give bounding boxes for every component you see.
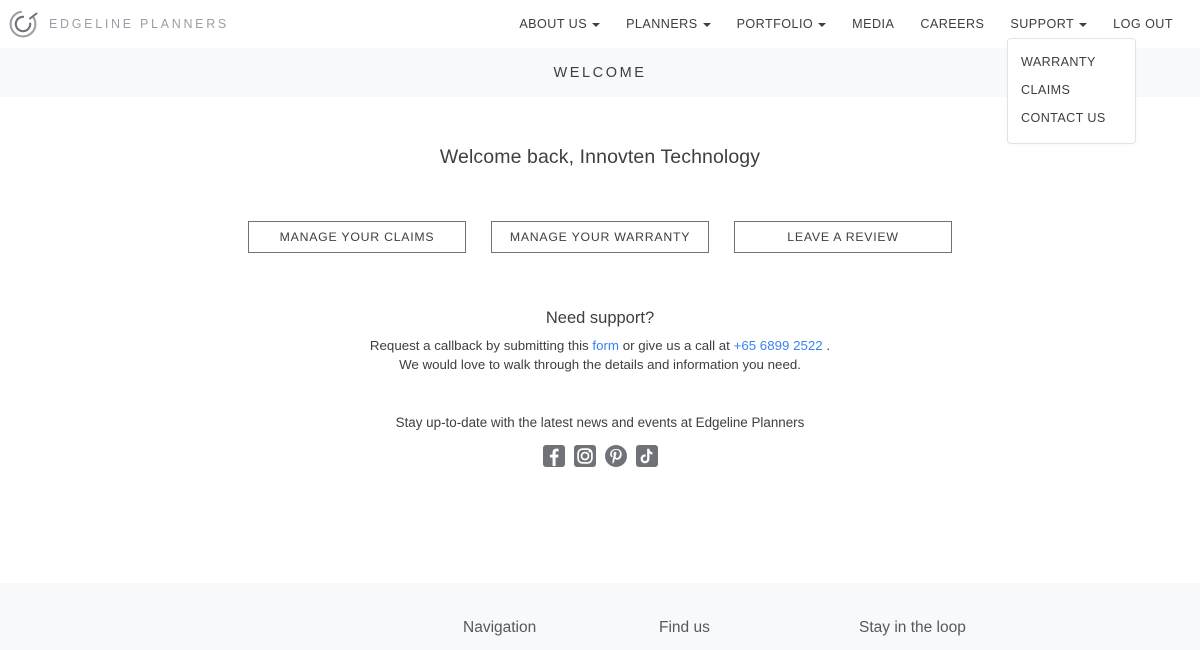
support-line-1: Request a callback by submitting this fo… (0, 337, 1200, 354)
leave-a-review-button[interactable]: LEAVE A REVIEW (734, 221, 952, 253)
nav-label: CAREERS (920, 17, 985, 31)
nav-label: PORTFOLIO (736, 17, 814, 31)
nav-label: MEDIA (852, 17, 895, 31)
instagram-icon[interactable] (573, 444, 596, 467)
callback-form-link[interactable]: form (592, 338, 619, 353)
nav-item-about-us[interactable]: ABOUT US (506, 11, 613, 37)
brand-name: EDGELINE PLANNERS (49, 17, 229, 31)
action-buttons: MANAGE YOUR CLAIMS MANAGE YOUR WARRANTY … (0, 221, 1200, 253)
greeting-text: Welcome back, Innovten Technology (439, 146, 761, 168)
edgeline-circle-mark-icon (9, 10, 38, 38)
main-content: Welcome back, Innovten Technology MANAGE… (0, 97, 1200, 583)
nav-item-support[interactable]: SUPPORT (997, 11, 1100, 37)
newsletter-title: Stay in the loop (859, 619, 966, 636)
chevron-down-icon (818, 23, 827, 27)
nav-item-planners[interactable]: PLANNERS (613, 11, 724, 37)
footer-column-newsletter: Stay in the loop Subscribe and stay in t… (859, 619, 1055, 650)
brand-logo[interactable]: EDGELINE PLANNERS (4, 8, 229, 40)
pinterest-icon[interactable] (604, 444, 627, 467)
nav-label: ABOUT US (519, 17, 588, 31)
dropdown-item-contact-us[interactable]: CONTACT US (1008, 104, 1135, 132)
footer-column-navigation: Navigation About us Planners Portfolio (463, 619, 659, 650)
chevron-down-icon (702, 23, 711, 27)
support-title: Need support? (545, 309, 655, 327)
manage-your-warranty-button[interactable]: MANAGE YOUR WARRANTY (491, 221, 709, 253)
dropdown-item-claims[interactable]: CLAIMS (1008, 76, 1135, 104)
facebook-icon[interactable] (542, 444, 565, 467)
nav-label: PLANNERS (626, 17, 698, 31)
page-title: WELCOME (553, 64, 647, 81)
tiktok-icon[interactable] (635, 444, 658, 467)
nav-item-log-out[interactable]: LOG OUT (1100, 11, 1186, 37)
support-text-middle: or give us a call at (619, 337, 734, 353)
chevron-down-icon (592, 23, 601, 27)
social-lead-text: Stay up-to-date with the latest news and… (395, 414, 805, 430)
footer-column-find-us: Find us Media Contact us Make an appoint… (659, 619, 859, 650)
footer-find-us-title: Find us (659, 619, 710, 636)
support-dropdown-menu: WARRANTY CLAIMS CONTACT US (1007, 38, 1136, 144)
social-links (0, 444, 1200, 467)
support-text-after: . (822, 337, 831, 353)
support-text-before: Request a callback by submitting this (369, 337, 593, 353)
site-header: EDGELINE PLANNERS ABOUT US PLANNERS PORT… (0, 0, 1200, 144)
footer-brand: EDGELINE PLANNERS INTERIOR . ARCHITECTUR… (155, 619, 463, 650)
chevron-down-icon (1079, 23, 1088, 27)
nav-item-careers[interactable]: CAREERS (907, 11, 997, 37)
manage-your-claims-button[interactable]: MANAGE YOUR CLAIMS (248, 221, 466, 253)
dropdown-item-warranty[interactable]: WARRANTY (1008, 48, 1135, 76)
nav-label: SUPPORT (1010, 17, 1075, 31)
nav-label: LOG OUT (1113, 17, 1173, 31)
nav-item-portfolio[interactable]: PORTFOLIO (724, 11, 840, 37)
nav-item-media[interactable]: MEDIA (839, 11, 907, 37)
main-navigation: ABOUT US PLANNERS PORTFOLIO MEDIA CAREER… (506, 11, 1192, 37)
support-line-2: We would love to walk through the detail… (399, 356, 801, 372)
footer-navigation-title: Navigation (463, 619, 537, 636)
site-footer: EDGELINE PLANNERS INTERIOR . ARCHITECTUR… (0, 583, 1200, 650)
phone-number-link[interactable]: +65 6899 2522 (734, 338, 823, 353)
support-section: Need support? Request a callback by subm… (0, 310, 1200, 373)
